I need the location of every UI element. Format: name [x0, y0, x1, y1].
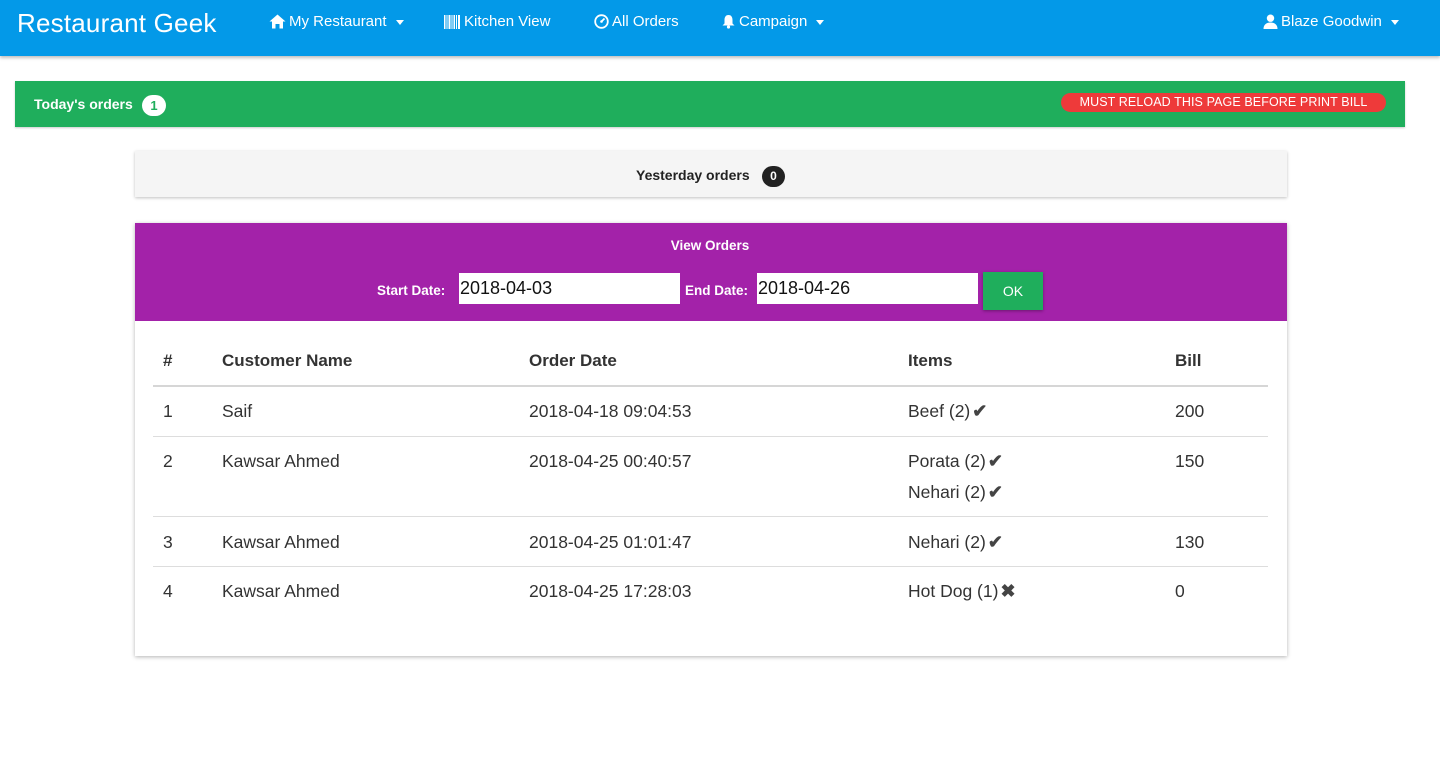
checkmark-icon: ✔: [987, 482, 1003, 502]
column-header-customer: Customer Name: [222, 351, 353, 370]
item-name: Porata (2): [908, 451, 986, 471]
item-name: Nehari (2): [908, 482, 986, 502]
ok-button[interactable]: OK: [983, 272, 1043, 310]
view-orders-header: View Orders Start Date: End Date: OK: [135, 223, 1287, 321]
end-date-label: End Date:: [685, 283, 749, 298]
customer-name: Kawsar Ahmed: [222, 532, 340, 552]
order-date: 2018-04-25 00:40:57: [529, 451, 692, 471]
table-header-divider: [153, 385, 1268, 387]
dashboard-icon: [594, 14, 609, 29]
order-bill: 200: [1175, 401, 1205, 421]
column-header-bill: Bill: [1175, 351, 1202, 370]
column-header-order-date: Order Date: [529, 351, 617, 370]
start-date-input[interactable]: [459, 273, 680, 304]
order-item: Nehari (2) ✔: [908, 482, 1003, 503]
row-divider: [153, 566, 1268, 567]
item-name: Hot Dog (1): [908, 581, 999, 601]
customer-name: Kawsar Ahmed: [222, 581, 340, 601]
order-number: 4: [163, 581, 173, 601]
nav-all-orders-label: All Orders: [612, 13, 679, 30]
column-header-items: Items: [908, 351, 953, 370]
nav-my-restaurant[interactable]: My Restaurant: [269, 13, 404, 30]
column-header-number: #: [163, 351, 173, 370]
nav-kitchen-view-label: Kitchen View: [464, 13, 551, 30]
cross-icon: ✖: [1000, 581, 1016, 601]
barcode-icon: [444, 14, 461, 29]
end-date-input[interactable]: [757, 273, 978, 304]
order-bill: 0: [1175, 581, 1185, 601]
order-date: 2018-04-25 17:28:03: [529, 581, 692, 601]
order-item: Beef (2) ✔: [908, 401, 987, 422]
user-name-label: Blaze Goodwin: [1281, 13, 1382, 30]
checkmark-icon: ✔: [987, 451, 1003, 471]
order-number: 2: [163, 451, 173, 471]
row-divider: [153, 436, 1268, 437]
order-number: 3: [163, 532, 173, 552]
order-bill: 150: [1175, 451, 1205, 471]
customer-name: Kawsar Ahmed: [222, 451, 340, 471]
order-item: Porata (2) ✔: [908, 451, 1003, 472]
checkmark-icon: ✔: [972, 401, 988, 421]
bell-icon: [721, 14, 736, 29]
order-item: Nehari (2) ✔: [908, 532, 1003, 553]
item-name: Beef (2): [908, 401, 971, 421]
item-name: Nehari (2): [908, 532, 986, 552]
yesterday-orders-count-badge: 0: [762, 166, 785, 187]
todays-orders-count-badge: 1: [142, 95, 166, 116]
nav-kitchen-view[interactable]: Kitchen View: [444, 13, 550, 30]
nav-campaign[interactable]: Campaign: [721, 13, 825, 30]
order-item: Hot Dog (1) ✖: [908, 581, 1016, 602]
order-date: 2018-04-25 01:01:47: [529, 532, 692, 552]
order-number: 1: [163, 401, 173, 421]
yesterday-orders-label: Yesterday orders: [636, 167, 750, 183]
customer-name: Saif: [222, 401, 253, 421]
user-menu[interactable]: Blaze Goodwin: [1263, 13, 1399, 30]
chevron-down-icon: [816, 20, 825, 25]
checkmark-icon: ✔: [987, 532, 1003, 552]
user-icon: [1263, 14, 1278, 29]
start-date-label: Start Date:: [377, 283, 446, 298]
todays-orders-label: Today's orders: [34, 96, 133, 112]
nav-campaign-label: Campaign: [739, 13, 808, 30]
reload-warning-badge: MUST RELOAD THIS PAGE BEFORE PRINT BILL: [1061, 93, 1386, 112]
nav-my-restaurant-label: My Restaurant: [289, 13, 387, 30]
nav-all-orders[interactable]: All Orders: [594, 13, 679, 30]
brand-link[interactable]: Restaurant Geek: [17, 8, 217, 39]
chevron-down-icon: [395, 20, 404, 25]
view-orders-title: View Orders: [670, 238, 750, 253]
row-divider: [153, 516, 1268, 517]
order-bill: 130: [1175, 532, 1205, 552]
top-navbar: Restaurant Geek My Restaurant Kitchen Vi…: [0, 0, 1440, 56]
chevron-down-icon: [1390, 20, 1399, 25]
home-icon: [269, 14, 286, 29]
order-date: 2018-04-18 09:04:53: [529, 401, 692, 421]
